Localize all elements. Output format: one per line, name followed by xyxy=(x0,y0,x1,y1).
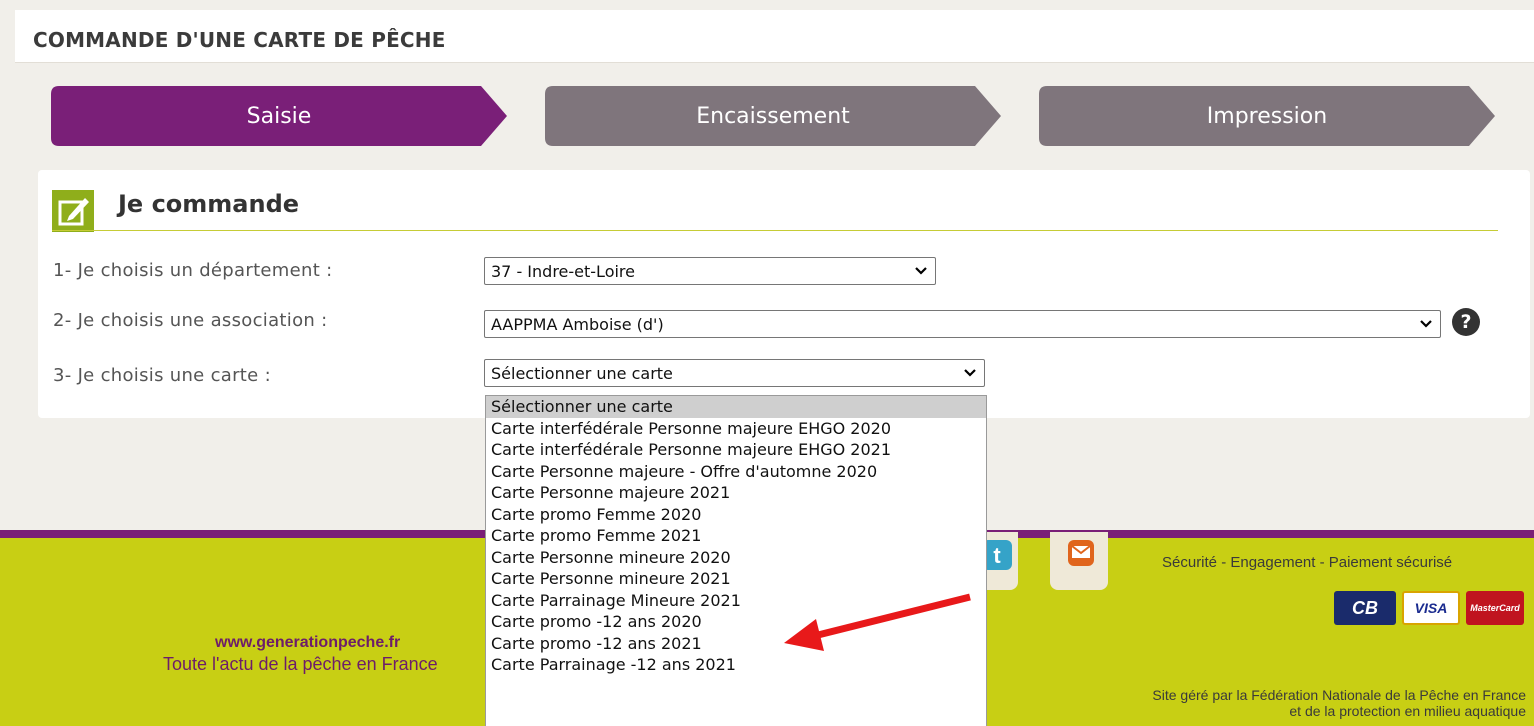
mastercard-icon: MasterCard xyxy=(1466,591,1524,625)
chevron-down-icon xyxy=(964,369,976,377)
dropdown-option[interactable]: Carte Personne majeure 2021 xyxy=(486,482,986,504)
section-divider xyxy=(52,230,1498,231)
email-tab[interactable] xyxy=(1050,532,1108,590)
footer-tagline: Toute l'actu de la pêche en France xyxy=(163,654,438,674)
association-label: 2- Je choisis une association : xyxy=(53,310,328,331)
dropdown-option[interactable]: Carte promo Femme 2021 xyxy=(486,525,986,547)
step-saisie[interactable]: Saisie xyxy=(51,86,507,146)
step-label: Saisie xyxy=(246,103,312,129)
footer-site-line2: et de la protection en milieu aquatique xyxy=(1289,703,1526,719)
dropdown-option[interactable]: Carte Personne mineure 2020 xyxy=(486,547,986,569)
page-title: COMMANDE D'UNE CARTE DE PÊCHE xyxy=(33,28,446,52)
footer-site-info: Site géré par la Fédération Nationale de… xyxy=(1152,687,1526,719)
help-icon[interactable]: ? xyxy=(1452,308,1480,336)
mail-icon xyxy=(1068,540,1094,566)
dropdown-option[interactable]: Sélectionner une carte xyxy=(486,396,986,418)
card-label: 3- Je choisis une carte : xyxy=(53,365,271,386)
red-arrow-annotation xyxy=(784,593,971,651)
department-select[interactable]: 37 - Indre-et-Loire xyxy=(484,257,936,285)
footer-security-text: Sécurité - Engagement - Paiement sécuris… xyxy=(1162,554,1453,571)
top-margin xyxy=(0,0,1534,10)
step-encaissement[interactable]: Encaissement xyxy=(545,86,1001,146)
footer-site-line1: Site géré par la Fédération Nationale de… xyxy=(1152,687,1526,703)
order-panel: Je commande 1- Je choisis un département… xyxy=(38,170,1530,418)
dropdown-option[interactable]: Carte promo Femme 2020 xyxy=(486,504,986,526)
department-value: 37 - Indre-et-Loire xyxy=(491,261,635,281)
dropdown-option[interactable]: Carte interfédérale Personne majeure EHG… xyxy=(486,418,986,440)
svg-text:t: t xyxy=(993,543,1001,568)
card-value: Sélectionner une carte xyxy=(491,363,673,383)
dropdown-option[interactable]: Carte Parrainage -12 ans 2021 xyxy=(486,654,986,676)
dropdown-option[interactable]: Carte interfédérale Personne majeure EHG… xyxy=(486,439,986,461)
step-label: Encaissement xyxy=(696,103,850,129)
section-title: Je commande xyxy=(118,190,300,218)
cb-card-icon: CB xyxy=(1334,591,1396,625)
chevron-down-icon xyxy=(915,267,927,275)
department-label: 1- Je choisis un département : xyxy=(53,260,333,281)
footer-url-link[interactable]: www.generationpeche.fr xyxy=(215,634,400,652)
edit-icon xyxy=(52,190,94,232)
page-header: COMMANDE D'UNE CARTE DE PÊCHE xyxy=(15,10,1534,63)
chevron-down-icon xyxy=(1420,320,1432,328)
card-select[interactable]: Sélectionner une carte xyxy=(484,359,985,387)
step-impression[interactable]: Impression xyxy=(1039,86,1495,146)
association-select[interactable]: AAPPMA Amboise (d') xyxy=(484,310,1441,338)
association-value: AAPPMA Amboise (d') xyxy=(491,314,664,334)
step-label: Impression xyxy=(1206,103,1328,129)
visa-card-icon: VISA xyxy=(1402,591,1460,625)
card-dropdown-list[interactable]: Sélectionner une carte Carte interfédéra… xyxy=(485,395,987,726)
dropdown-option[interactable]: Carte Personne majeure - Offre d'automne… xyxy=(486,461,986,483)
